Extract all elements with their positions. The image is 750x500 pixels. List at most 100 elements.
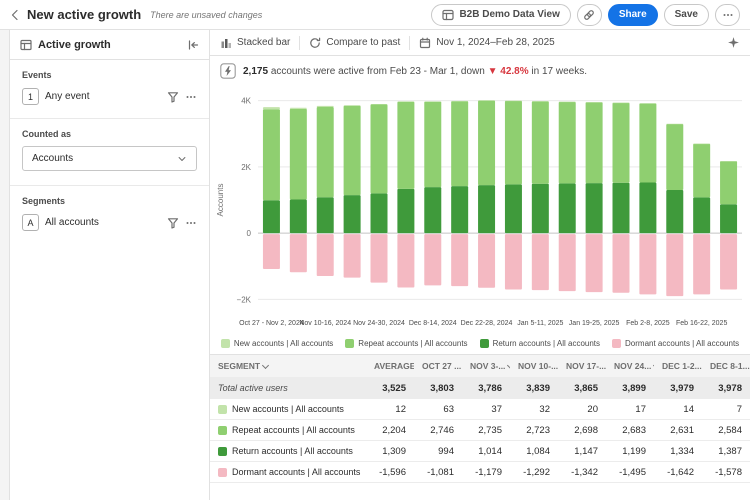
table-total-row[interactable]: Total active users3,5253,8033,7863,8393,… <box>210 378 750 399</box>
bar-segment[interactable] <box>424 102 441 188</box>
bar-segment[interactable] <box>397 189 414 233</box>
legend-item[interactable]: Dormant accounts | All accounts <box>612 339 739 348</box>
bar-segment[interactable] <box>344 105 361 106</box>
bar-segment[interactable] <box>559 183 576 233</box>
table-row[interactable]: Dormant accounts | All accounts-1,596-1,… <box>210 462 750 483</box>
bar-segment[interactable] <box>693 234 710 294</box>
bar-segment[interactable] <box>666 234 683 296</box>
bar-segment[interactable] <box>693 197 710 233</box>
bar-segment[interactable] <box>317 197 334 233</box>
bar-segment[interactable] <box>559 102 576 184</box>
chart-svg[interactable]: 4K2K0−2KAccountsOct 27 - Nov 2, 2024Nov … <box>212 83 748 333</box>
bar-segment[interactable] <box>317 234 334 276</box>
column-header[interactable]: NOV 17-... <box>558 361 606 371</box>
bar-segment[interactable] <box>586 102 603 183</box>
column-header[interactable]: NOV 10-... <box>510 361 558 371</box>
bar-segment[interactable] <box>666 190 683 233</box>
bar-segment[interactable] <box>666 124 683 125</box>
link-button[interactable] <box>577 4 602 26</box>
bar-segment[interactable] <box>371 104 388 105</box>
column-header[interactable]: NOV 3-... <box>462 361 510 371</box>
bar-segment[interactable] <box>532 101 549 102</box>
bar-segment[interactable] <box>478 100 495 101</box>
bar-segment[interactable] <box>532 184 549 233</box>
bar-segment[interactable] <box>263 107 280 109</box>
bar-segment[interactable] <box>397 102 414 189</box>
data-view-button[interactable]: B2B Demo Data View <box>431 4 570 26</box>
bar-segment[interactable] <box>344 195 361 233</box>
bar-segment[interactable] <box>532 234 549 290</box>
filter-icon[interactable] <box>167 217 179 229</box>
column-header[interactable]: DEC 1-2... <box>654 361 702 371</box>
bar-segment[interactable] <box>290 234 307 272</box>
more-button[interactable] <box>715 4 740 26</box>
bar-segment[interactable] <box>639 182 656 233</box>
bar-segment[interactable] <box>478 234 495 288</box>
column-header[interactable]: NOV 24... <box>606 361 654 371</box>
back-chevron-icon[interactable] <box>10 9 20 21</box>
column-header[interactable]: AVERAGE <box>366 361 414 371</box>
bar-segment[interactable] <box>613 234 630 293</box>
legend-item[interactable]: New accounts | All accounts <box>221 339 333 348</box>
bar-segment[interactable] <box>263 234 280 269</box>
table-row[interactable]: New accounts | All accounts1263373220171… <box>210 399 750 420</box>
column-header[interactable]: SEGMENT <box>210 361 366 371</box>
bar-segment[interactable] <box>586 102 603 103</box>
bar-segment[interactable] <box>505 101 522 102</box>
bar-segment[interactable] <box>478 101 495 186</box>
table-row[interactable]: Return accounts | All accounts1,3099941,… <box>210 441 750 462</box>
compare-to-past-button[interactable]: Compare to past <box>309 37 400 49</box>
bar-segment[interactable] <box>397 101 414 102</box>
bar-segment[interactable] <box>532 101 549 183</box>
bar-segment[interactable] <box>693 144 710 198</box>
bar-segment[interactable] <box>505 184 522 233</box>
bar-segment[interactable] <box>451 101 468 102</box>
bar-segment[interactable] <box>290 109 307 200</box>
share-button[interactable]: Share <box>608 4 658 26</box>
column-header[interactable]: DEC 8-1... <box>702 361 750 371</box>
bar-segment[interactable] <box>263 109 280 200</box>
bar-segment[interactable] <box>344 106 361 195</box>
bar-segment[interactable] <box>344 234 361 277</box>
bar-segment[interactable] <box>639 103 656 182</box>
bar-segment[interactable] <box>263 200 280 233</box>
legend-item[interactable]: Return accounts | All accounts <box>480 339 600 348</box>
bar-segment[interactable] <box>720 204 737 233</box>
table-row[interactable]: Repeat accounts | All accounts2,2042,746… <box>210 420 750 441</box>
bar-segment[interactable] <box>290 200 307 234</box>
bar-segment[interactable] <box>613 103 630 183</box>
bar-segment[interactable] <box>424 234 441 285</box>
more-icon[interactable] <box>185 91 197 103</box>
bar-segment[interactable] <box>586 234 603 292</box>
counted-as-select[interactable]: Accounts <box>22 146 197 171</box>
bar-segment[interactable] <box>424 101 441 102</box>
bar-segment[interactable] <box>424 187 441 233</box>
bar-segment[interactable] <box>559 102 576 103</box>
bar-segment[interactable] <box>505 234 522 289</box>
bar-segment[interactable] <box>720 161 737 162</box>
bar-segment[interactable] <box>693 144 710 145</box>
bar-segment[interactable] <box>317 107 334 197</box>
collapse-panel-icon[interactable] <box>187 39 199 51</box>
filter-icon[interactable] <box>167 91 179 103</box>
sparkle-icon[interactable] <box>727 36 740 49</box>
bar-segment[interactable] <box>317 106 334 107</box>
bar-segment[interactable] <box>639 234 656 294</box>
legend-item[interactable]: Repeat accounts | All accounts <box>345 339 467 348</box>
bar-segment[interactable] <box>613 183 630 233</box>
column-header[interactable]: OCT 27 ... <box>414 361 462 371</box>
bar-segment[interactable] <box>397 234 414 287</box>
bar-segment[interactable] <box>559 234 576 291</box>
segment-item[interactable]: A All accounts <box>10 211 209 234</box>
bar-segment[interactable] <box>505 101 522 185</box>
event-item[interactable]: 1 Any event <box>10 85 209 108</box>
chart-type-button[interactable]: Stacked bar <box>220 37 290 49</box>
bar-segment[interactable] <box>451 234 468 286</box>
bar-segment[interactable] <box>666 124 683 190</box>
bar-segment[interactable] <box>478 185 495 233</box>
bar-segment[interactable] <box>371 234 388 283</box>
save-button[interactable]: Save <box>664 4 709 26</box>
more-icon[interactable] <box>185 217 197 229</box>
date-range-button[interactable]: Nov 1, 2024–Feb 28, 2025 <box>419 37 554 49</box>
bar-segment[interactable] <box>639 103 656 104</box>
